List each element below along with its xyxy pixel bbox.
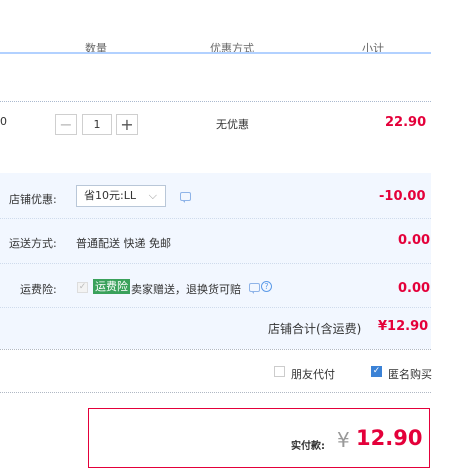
quantity-decrease-button[interactable]: − [55, 114, 77, 135]
payment-currency: ¥ [337, 428, 350, 452]
row-divider [0, 307, 431, 308]
friend-pay-checkbox[interactable] [274, 366, 285, 377]
chevron-down-icon: ⌵ [148, 189, 157, 202]
check-icon: ✓ [372, 366, 381, 376]
payment-label: 实付款: [291, 441, 325, 452]
question-circle-icon[interactable]: ? [261, 281, 272, 292]
insurance-description: 卖家赠送，退换货可赔 [131, 283, 241, 296]
payment-amount: 12.90 [356, 426, 423, 450]
shipping-label: 运送方式: [9, 237, 57, 250]
insurance-tag: 运费险 [93, 279, 130, 294]
shop-coupon-label: 店铺优惠: [9, 193, 57, 206]
item-subtotal: 22.90 [385, 115, 427, 130]
options-bottom-divider [0, 392, 431, 393]
insurance-label: 运费险: [20, 283, 57, 296]
shop-coupon-amount: -10.00 [379, 189, 426, 204]
friend-pay-label[interactable]: 朋友代付 [291, 366, 335, 382]
shop-total-value: ¥12.90 [378, 319, 429, 334]
header-divider [0, 52, 431, 54]
shop-coupon-select[interactable]: 省10元:LL ⌵ [76, 185, 166, 207]
row-divider [0, 218, 431, 219]
anonymous-label[interactable]: 匿名购买 [388, 366, 432, 382]
shop-summary-panel [0, 173, 431, 349]
item-partial-text: 0 [0, 115, 7, 128]
options-top-divider [0, 349, 431, 350]
item-discount: 无优惠 [216, 118, 249, 131]
insurance-checkbox: ✓ [77, 282, 88, 293]
quantity-increase-button[interactable]: + [116, 114, 138, 135]
shipping-amount: 0.00 [398, 233, 431, 248]
shop-total-label: 店铺合计(含运费) [268, 322, 362, 336]
chat-bubble-icon[interactable] [180, 192, 191, 203]
chat-bubble-icon[interactable] [249, 283, 260, 294]
insurance-amount: 0.00 [398, 281, 431, 296]
anonymous-checkbox[interactable]: ✓ [371, 366, 382, 377]
row-divider [0, 263, 431, 264]
quantity-input[interactable]: 1 [82, 114, 112, 135]
shipping-value: 普通配送 快递 免邮 [76, 237, 171, 250]
shop-coupon-selected: 省10元:LL [84, 189, 136, 202]
item-top-divider [0, 101, 431, 102]
